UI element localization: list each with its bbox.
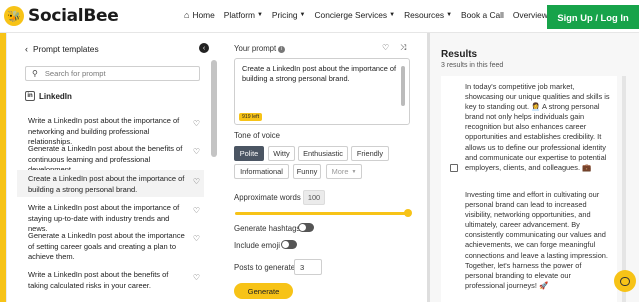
more-label: More [331,167,349,176]
heart-icon[interactable]: ♡ [193,234,200,245]
tone-witty[interactable]: Witty [268,146,295,161]
logo-text: SocialBee [28,6,119,26]
tone-polite[interactable]: Polite [234,146,264,161]
nav-link-label: Overview [512,10,548,20]
heart-icon[interactable]: ♡ [193,119,200,130]
search-input[interactable] [44,69,185,78]
tone-more-dropdown[interactable]: More ▼ [326,164,362,179]
toggle-knob [282,241,289,248]
posts-label: Posts to generate [234,263,296,272]
left-scrollbar[interactable] [211,60,217,157]
chevron-down-icon: ▼ [256,12,263,18]
panel-title: Prompt templates [33,44,99,54]
chevron-left-icon: ‹ [202,44,206,52]
nav-link-platform[interactable]: Platform ▼ [224,10,263,20]
nav-link-label: Book a Call [461,10,504,20]
emoji-label: Include emoji [234,241,280,250]
prompt-text: Create a LinkedIn post about the importa… [242,64,397,83]
approx-words-input[interactable]: 100 [303,190,325,205]
heart-icon[interactable]: ♡ [193,177,200,188]
chat-widget-button[interactable] [614,270,636,292]
hashtags-toggle[interactable] [298,223,314,232]
chevron-down-icon: ▼ [299,12,306,18]
nav-link-label: Home [192,10,215,20]
section-linkedin: in LinkedIn [25,91,72,101]
emoji-toggle[interactable] [281,240,297,249]
word-count-slider[interactable] [235,212,410,215]
search-icon: ⚲ [32,69,38,78]
prompt-scrollbar[interactable] [401,66,405,106]
chevron-down-icon: ▼ [351,168,357,175]
result-paragraph: In today's competitive job market, showc… [465,82,610,172]
approx-words-label: Approximate words [234,193,301,202]
info-icon[interactable]: i [278,46,286,53]
chat-icon [620,276,630,286]
generate-button[interactable]: Generate [234,283,293,299]
template-item[interactable]: Write a LinkedIn post about the importan… [17,116,204,146]
bee-icon: 🐝 [4,6,24,26]
nav-link-overview[interactable]: Overview [513,10,548,20]
shuffle-icon[interactable]: ⤨ [400,43,406,53]
slider-thumb[interactable] [404,209,412,217]
nav-links: ⌂ Home Platform ▼ Pricing ▼ Concierge Servi… [184,10,557,20]
heart-icon[interactable]: ♡ [193,273,200,284]
nav-link-label: Platform [223,10,255,20]
nav-link-label: Resources [404,10,445,20]
hashtags-label: Generate hashtags [234,224,301,233]
nav-link-concierge[interactable]: Concierge Services ▼ [314,10,395,20]
template-item-active[interactable]: Create a LinkedIn post about the importa… [17,170,204,197]
results-title: Results [441,49,478,60]
tone-funny[interactable]: Funny [293,164,321,179]
tone-enthusiastic[interactable]: Enthusiastic [298,146,348,161]
template-item[interactable]: Write a LinkedIn post about the benefits… [17,270,204,292]
section-label: LinkedIn [39,91,72,101]
template-search: ⚲ [25,66,200,81]
template-text: Create a LinkedIn post about the importa… [28,174,185,194]
your-prompt-label: Your prompt i [234,44,286,53]
template-text: Write a LinkedIn post about the benefits… [28,270,169,290]
heart-icon[interactable]: ♡ [382,43,389,52]
label-text: Your prompt [234,44,277,53]
top-navigation: 🐝 SocialBee ⌂ Home Platform ▼ Pricing ▼ Con… [0,0,639,33]
sign-up-login-button[interactable]: Sign Up / Log In [547,5,639,29]
heart-icon[interactable]: ♡ [193,147,200,158]
posts-to-generate-input[interactable]: 3 [294,259,322,275]
nav-link-resources[interactable]: Resources ▼ [404,10,452,20]
nav-link-pricing[interactable]: Pricing ▼ [272,10,306,20]
results-count: 3 results in this feed [441,62,504,69]
chevron-down-icon: ▼ [446,12,453,18]
nav-link-label: Pricing [271,10,298,20]
template-text: Generate a LinkedIn post about the impor… [28,231,185,261]
prompt-templates-header[interactable]: ‹ Prompt templates [25,44,99,54]
tone-label: Tone of voice [234,131,280,140]
template-item[interactable]: Write a LinkedIn post about the importan… [17,203,204,233]
divider [6,33,7,302]
nav-link-home[interactable]: ⌂ Home [184,10,215,20]
tone-informational[interactable]: Informational [234,164,289,179]
nav-link-label: Concierge Services [314,10,388,20]
template-item[interactable]: Generate a LinkedIn post about the benef… [17,144,204,174]
results-scrollbar[interactable] [622,76,626,302]
template-item[interactable]: Generate a LinkedIn post about the impor… [17,231,204,263]
character-count-badge: 919 left [239,113,263,121]
result-paragraph: Investing time and effort in cultivating… [465,190,608,290]
logo[interactable]: 🐝 SocialBee [4,6,119,26]
collapse-panel-button[interactable]: ‹ [199,43,209,53]
nav-link-book-call[interactable]: Book a Call [461,10,504,20]
linkedin-icon: in [25,91,35,101]
home-icon: ⌂ [184,10,190,20]
result-checkbox[interactable] [450,164,458,172]
heart-icon[interactable]: ♡ [193,206,200,217]
chevron-down-icon: ▼ [389,12,396,18]
toggle-knob [299,224,306,231]
chevron-left-icon: ‹ [25,44,28,54]
tone-friendly[interactable]: Friendly [351,146,389,161]
